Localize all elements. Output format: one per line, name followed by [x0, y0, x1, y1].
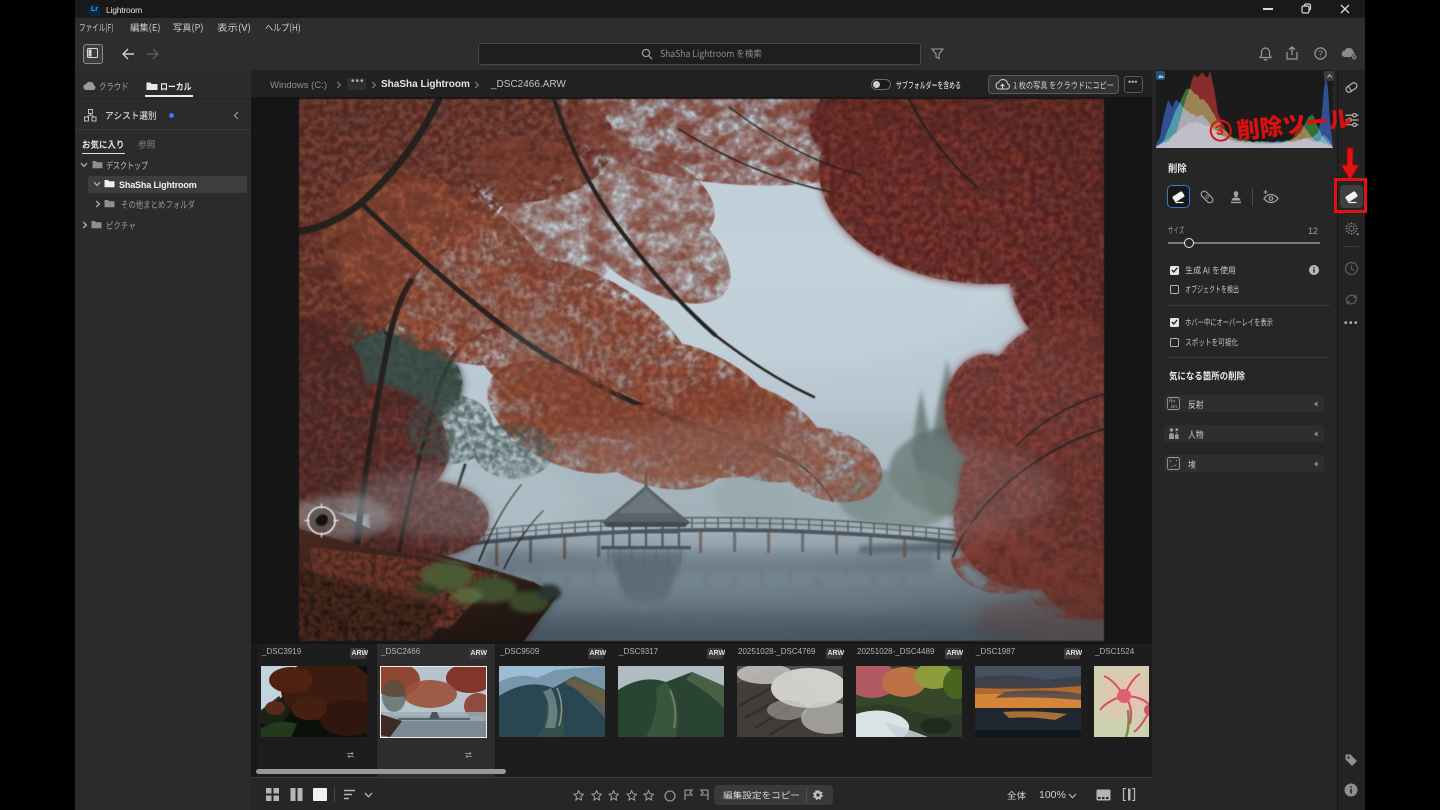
- svg-text:Rn: Rn: [1169, 399, 1175, 404]
- svg-text:Dn: Dn: [1171, 404, 1177, 409]
- svg-text:?: ?: [1318, 49, 1323, 58]
